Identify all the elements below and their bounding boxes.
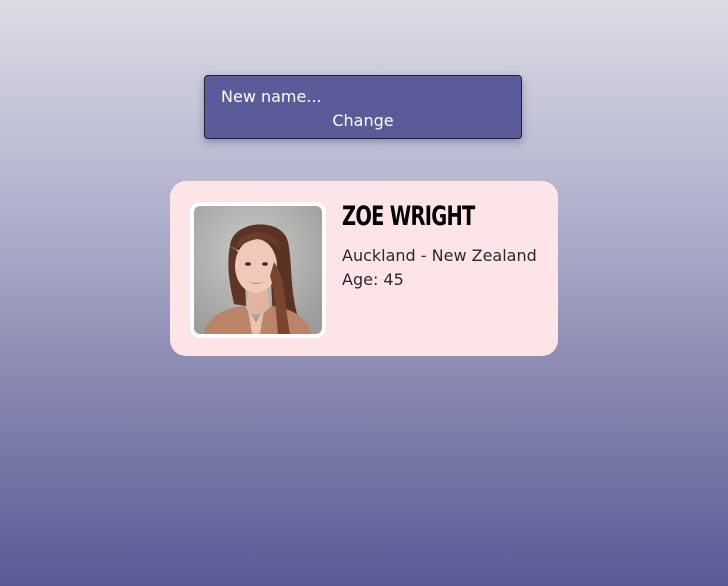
profile-age: Age: 45 [342,270,404,289]
change-button[interactable]: Change [205,109,521,131]
new-name-input[interactable] [221,85,507,107]
profile-location: Auckland - New Zealand [342,246,537,265]
rename-form: Change [204,75,522,139]
profile-card: Zoe Wright Auckland - New Zealand Age: 4… [170,181,558,356]
profile-name: Zoe Wright [342,201,475,232]
portrait-photo-icon [194,206,322,334]
avatar [190,202,326,338]
